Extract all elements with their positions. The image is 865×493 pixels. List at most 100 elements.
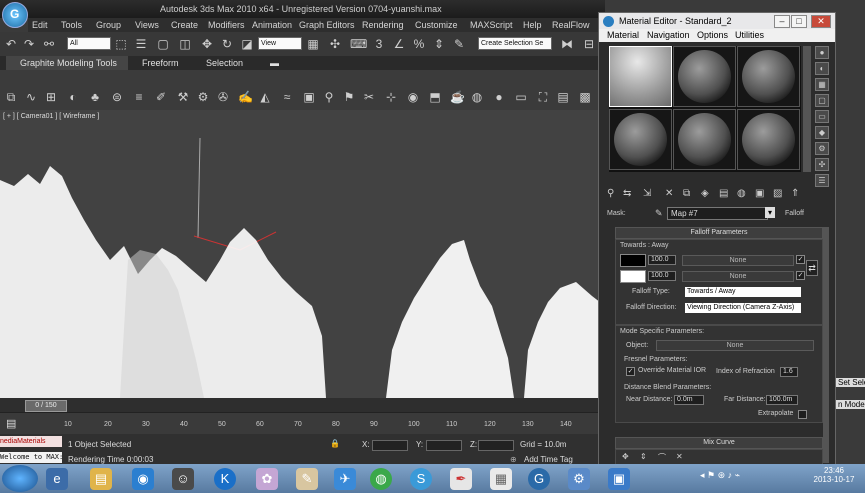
node-icon[interactable]: ⊹ xyxy=(384,90,398,104)
pin-icon[interactable]: ⚲ xyxy=(322,90,336,104)
menu-modifiers[interactable]: Modifiers xyxy=(208,20,245,30)
show-end-result-icon[interactable]: ▨ xyxy=(773,188,782,199)
angle-snap-icon[interactable]: ∠ xyxy=(392,37,406,51)
paint-icon[interactable]: ✍ xyxy=(238,90,253,104)
color-swatch-black[interactable] xyxy=(620,254,646,267)
maxscript-mini-listener[interactable]: Welcome to MAX: xyxy=(0,452,63,463)
start-button[interactable] xyxy=(2,465,38,492)
k-app-icon[interactable]: K xyxy=(214,468,236,490)
globe-icon[interactable]: ◍ xyxy=(470,90,484,104)
put-to-library-icon[interactable]: ▤ xyxy=(719,188,728,199)
map-name-dropdown-arrow[interactable]: ▾ xyxy=(765,207,775,218)
y-coord-field[interactable] xyxy=(426,440,462,451)
color2-amount-spinner[interactable]: 100.0 xyxy=(648,271,676,281)
me-menu-utilities[interactable]: Utilities xyxy=(735,30,764,40)
select-region-icon[interactable]: ▢ xyxy=(156,37,170,51)
menu-graph-editors[interactable]: Graph Editors xyxy=(299,20,355,30)
select-by-name-icon[interactable]: ☰ xyxy=(134,37,148,51)
falloff-direction-dropdown[interactable]: Viewing Direction (Camera Z-Axis) xyxy=(684,302,802,314)
brush-icon[interactable]: ✐ xyxy=(154,90,168,104)
quick-render-icon[interactable]: ▩ xyxy=(578,90,592,104)
select-manipulate-icon[interactable]: ✣ xyxy=(328,37,342,51)
color-swatch-white[interactable] xyxy=(620,270,646,283)
image-viewer-icon[interactable]: ✿ xyxy=(256,468,278,490)
ribbon-options-icon[interactable]: ▬ xyxy=(270,58,279,68)
close-button[interactable]: ✕ xyxy=(811,15,831,28)
material-editor-icon[interactable]: ◐ xyxy=(66,90,80,104)
cylinder-icon[interactable]: ⊜ xyxy=(110,90,124,104)
mirror-icon[interactable]: ⧓ xyxy=(560,37,574,51)
stack-icon[interactable]: ≡ xyxy=(132,90,146,104)
map-slot-1-checkbox[interactable]: ✓ xyxy=(796,255,805,264)
add-time-tag[interactable]: Add Time Tag xyxy=(524,455,573,464)
options-icon[interactable]: ⚙ xyxy=(815,142,829,155)
sphere-icon[interactable]: ● xyxy=(492,90,506,104)
render-icon[interactable]: ◉ xyxy=(406,90,420,104)
percent-snap-icon[interactable]: % xyxy=(412,37,426,51)
tab-freeform[interactable]: Freeform xyxy=(142,58,179,68)
plane-app-icon[interactable]: ✈ xyxy=(334,468,356,490)
sample-slot[interactable] xyxy=(609,109,672,170)
scale-icon[interactable]: ◪ xyxy=(240,37,254,51)
wave-icon[interactable]: ≈ xyxy=(280,90,294,104)
ie-icon[interactable]: e xyxy=(46,468,68,490)
sample-type-icon[interactable]: ● xyxy=(815,46,829,59)
video-color-icon[interactable]: ▭ xyxy=(815,110,829,123)
material-navigator-icon[interactable]: ☰ xyxy=(815,174,829,187)
snaps-toggle-icon[interactable]: 3 xyxy=(372,37,386,51)
maxscript-listener-line[interactable]: nediaMaterials xyxy=(0,436,62,447)
trackbar[interactable]: 10 20 30 40 50 60 70 80 90 100 110 120 1… xyxy=(0,412,605,435)
curve-corner-icon[interactable]: ⌒ xyxy=(658,452,666,463)
make-copy-icon[interactable]: ⧉ xyxy=(683,188,690,199)
render-setup-icon[interactable]: ⛶ xyxy=(536,90,550,104)
minimize-button[interactable]: – xyxy=(774,15,790,28)
tray-icons[interactable]: ◂ ⚑ ⊛ ♪ ⌁ xyxy=(700,470,740,481)
sample-slot[interactable] xyxy=(673,46,736,107)
frame-icon[interactable]: ⬒ xyxy=(428,90,442,104)
reset-map-icon[interactable]: ✕ xyxy=(665,188,673,199)
falloff-parameters-rollout[interactable]: Falloff Parameters xyxy=(615,227,823,239)
menu-rendering[interactable]: Rendering xyxy=(362,20,404,30)
alien-icon[interactable]: ☺ xyxy=(172,468,194,490)
show-map-icon[interactable]: ▣ xyxy=(755,188,764,199)
map-type-button[interactable]: Falloff xyxy=(785,210,804,217)
extrapolate-checkbox[interactable] xyxy=(798,410,807,419)
me-menu-options[interactable]: Options xyxy=(697,30,728,40)
tab-selection[interactable]: Selection xyxy=(206,58,243,68)
keyboard-shortcut-icon[interactable]: ⌨ xyxy=(350,37,367,51)
archive-icon[interactable]: ▦ xyxy=(490,468,512,490)
s-app-icon[interactable]: S xyxy=(410,468,432,490)
lock-icon[interactable]: 🔒 xyxy=(330,439,340,448)
mix-curve-rollout[interactable]: Mix Curve xyxy=(615,437,823,449)
undo-icon[interactable]: ↶ xyxy=(4,37,18,51)
trackbar-menu-icon[interactable]: ▤ xyxy=(6,417,16,430)
map-slot-2-button[interactable]: None xyxy=(682,271,794,282)
app-logo-icon[interactable]: G xyxy=(2,2,28,28)
named-selection-sets-input[interactable]: Create Selection Se xyxy=(478,37,552,50)
selection-filter-dropdown[interactable]: All xyxy=(67,37,111,50)
x-coord-field[interactable] xyxy=(372,440,408,451)
slots-scrollbar[interactable] xyxy=(803,46,811,172)
hammer-icon[interactable]: ⚒ xyxy=(176,90,190,104)
spinner-snap-icon[interactable]: ⇕ xyxy=(432,37,446,51)
program-icon[interactable]: ◉ xyxy=(132,468,154,490)
z-coord-field[interactable] xyxy=(478,440,514,451)
tool-icon[interactable]: ⚙ xyxy=(568,468,590,490)
gear-icon[interactable]: ⚙ xyxy=(196,90,210,104)
map-slot-1-button[interactable]: None xyxy=(682,255,794,266)
backlight-icon[interactable]: ◐ xyxy=(815,62,829,75)
map-slot-2-checkbox[interactable]: ✓ xyxy=(796,271,805,280)
menu-views[interactable]: Views xyxy=(135,20,159,30)
curve-editor-icon[interactable]: ∿ xyxy=(24,90,38,104)
paint-app-icon[interactable]: ✎ xyxy=(296,468,318,490)
select-by-material-icon[interactable]: ✣ xyxy=(815,158,829,171)
taskbar-clock[interactable]: 23:46 2013-10-17 xyxy=(806,466,862,484)
put-to-scene-icon[interactable]: ⇆ xyxy=(623,188,631,199)
menu-help[interactable]: Help xyxy=(523,20,542,30)
reference-coord-dropdown[interactable]: View xyxy=(258,37,302,50)
me-menu-material[interactable]: Material xyxy=(607,30,639,40)
curve-scale-icon[interactable]: ⇕ xyxy=(640,452,647,461)
layer-icon[interactable]: ⧉ xyxy=(4,90,18,104)
select-object-icon[interactable]: ⬚ xyxy=(114,37,128,51)
pivot-icon[interactable]: ▦ xyxy=(306,37,320,51)
